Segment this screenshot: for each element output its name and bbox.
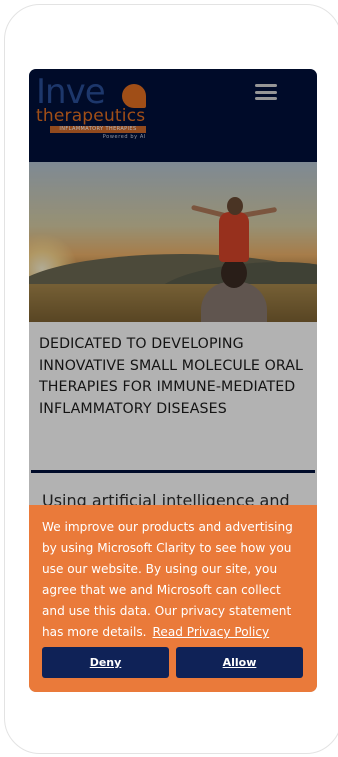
- privacy-policy-link[interactable]: Read Privacy Policy: [153, 625, 270, 639]
- cookie-consent-banner: We improve our products and advertising …: [29, 505, 317, 692]
- cookie-message: We improve our products and advertising …: [42, 517, 305, 643]
- allow-button[interactable]: Allow: [176, 647, 303, 678]
- cookie-message-text: We improve our products and advertising …: [42, 520, 293, 639]
- cookie-buttons: Deny Allow: [42, 647, 303, 678]
- deny-button[interactable]: Deny: [42, 647, 169, 678]
- mobile-screen: Inve therapeutics INFLAMMATORY THERAPIES…: [29, 69, 317, 692]
